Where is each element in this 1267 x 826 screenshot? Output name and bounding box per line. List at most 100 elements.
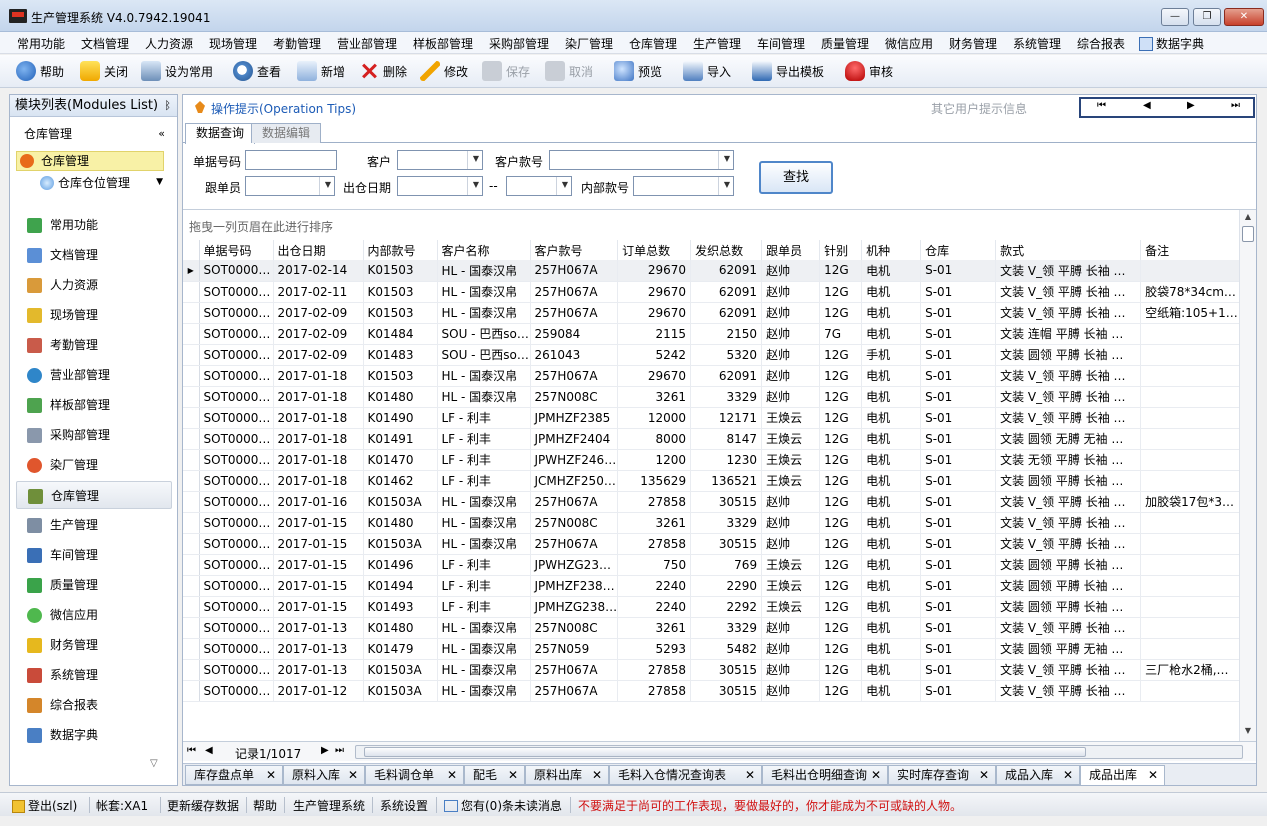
module-warehouse[interactable]: 仓库管理 [16, 481, 172, 509]
table-cell[interactable]: 赵帅 [761, 680, 821, 702]
table-cell[interactable]: K01503A [363, 680, 438, 702]
view-button[interactable]: 查看 [233, 61, 281, 83]
tree-item-warehouse-location[interactable]: 仓库仓位管理 [16, 173, 164, 193]
table-cell[interactable]: 12G [819, 407, 863, 429]
table-cell[interactable]: 文装 圆领 平膊 长袖 … [995, 470, 1142, 492]
menu-hr[interactable]: 人力资源 [145, 35, 193, 52]
table-cell[interactable]: 手机 [861, 344, 922, 366]
menu-system[interactable]: 系统管理 [1013, 35, 1061, 52]
table-cell[interactable]: 257N008C [530, 617, 619, 639]
table-row[interactable]: SOT0000… 2017-01-15 K01493 LF - 利丰 JPMHZG238… [183, 596, 1241, 618]
menu-warehouse[interactable]: 仓库管理 [629, 35, 677, 52]
table-cell[interactable]: 电机 [861, 470, 922, 492]
column-header[interactable]: 客户名称 [437, 240, 531, 260]
table-cell[interactable]: LF - 利丰 [437, 470, 531, 492]
module-hr[interactable]: 人力资源 [16, 271, 172, 299]
table-cell[interactable]: 2017-01-12 [273, 680, 364, 702]
table-cell[interactable]: LF - 利丰 [437, 575, 531, 597]
table-cell[interactable]: 电机 [861, 533, 922, 555]
table-cell[interactable]: 赵帅 [761, 344, 821, 366]
column-header[interactable]: 备注 [1140, 240, 1241, 260]
table-cell[interactable]: 电机 [861, 596, 922, 618]
table-cell[interactable]: 赵帅 [761, 659, 821, 681]
table-cell[interactable] [1140, 512, 1241, 534]
table-cell[interactable]: LF - 利丰 [437, 449, 531, 471]
table-cell[interactable]: 12G [819, 638, 863, 660]
favorite-button[interactable]: 设为常用 [141, 61, 213, 83]
table-cell[interactable]: 12G [819, 596, 863, 618]
table-cell[interactable]: S-01 [920, 365, 997, 387]
collapse-icon[interactable]: « [158, 123, 165, 145]
table-cell[interactable]: JCMHZF250… [530, 470, 619, 492]
table-cell[interactable]: 电机 [861, 575, 922, 597]
table-cell[interactable]: JPWHZF246… [530, 449, 619, 471]
table-cell[interactable]: S-01 [920, 575, 997, 597]
menu-quality[interactable]: 质量管理 [821, 35, 869, 52]
table-cell[interactable]: S-01 [920, 449, 997, 471]
table-cell[interactable]: 257N008C [530, 512, 619, 534]
table-cell[interactable]: 2240 [617, 575, 692, 597]
table-cell[interactable]: K01479 [363, 638, 438, 660]
inner-style-select[interactable] [633, 176, 734, 196]
table-cell[interactable]: LF - 利丰 [437, 407, 531, 429]
export-template-button[interactable]: 导出模板 [752, 61, 824, 83]
table-cell[interactable]: 30515 [690, 533, 763, 555]
table-cell[interactable]: 12G [819, 302, 863, 324]
column-header[interactable]: 出仓日期 [273, 240, 364, 260]
table-cell[interactable]: S-01 [920, 512, 997, 534]
table-cell[interactable]: 文装 连帽 平膊 长袖 … [995, 323, 1142, 345]
table-cell[interactable]: 12G [819, 554, 863, 576]
doc-tab-wool-match[interactable]: 配毛 ✕ [464, 765, 525, 785]
table-cell[interactable] [1140, 323, 1241, 345]
module-system[interactable]: 系统管理 [16, 661, 172, 689]
menu-sales[interactable]: 营业部管理 [337, 35, 397, 52]
table-cell[interactable]: JPWHZG23… [530, 554, 619, 576]
maximize-button[interactable]: ❐ [1193, 8, 1221, 26]
table-cell[interactable]: 1200 [617, 449, 692, 471]
table-cell[interactable]: 文装 V_领 平膊 长袖 … [995, 407, 1142, 429]
table-cell[interactable]: 文装 V_领 平膊 长袖 … [995, 491, 1142, 513]
table-cell[interactable]: SOT0000… [199, 638, 274, 660]
module-production[interactable]: 生产管理 [16, 511, 172, 539]
table-cell[interactable]: 257H067A [530, 281, 619, 303]
table-cell[interactable]: SOT0000… [199, 323, 274, 345]
column-header[interactable]: 客户款号 [530, 240, 619, 260]
table-cell[interactable]: HL - 国泰汉帛 [437, 386, 531, 408]
column-header[interactable]: 款式 [995, 240, 1142, 260]
minimize-button[interactable]: — [1161, 8, 1189, 26]
module-dictionary[interactable]: 数据字典 [16, 721, 172, 749]
table-cell[interactable]: 电机 [861, 638, 922, 660]
close-tab-icon[interactable]: ✕ [745, 766, 755, 785]
table-cell[interactable]: 261043 [530, 344, 619, 366]
table-cell[interactable]: 5320 [690, 344, 763, 366]
tab-data-query[interactable]: 数据查询 [185, 123, 256, 144]
table-cell[interactable]: 电机 [861, 386, 922, 408]
table-cell[interactable]: 8147 [690, 428, 763, 450]
table-cell[interactable] [1140, 575, 1241, 597]
table-cell[interactable]: 电机 [861, 365, 922, 387]
table-cell[interactable]: SOT0000… [199, 659, 274, 681]
table-cell[interactable]: 257H067A [530, 491, 619, 513]
table-cell[interactable]: 王焕云 [761, 470, 821, 492]
pager-prev-button[interactable]: ◀ [205, 745, 213, 756]
table-cell[interactable]: 文装 V_领 平膊 长袖 … [995, 533, 1142, 555]
table-row[interactable]: SOT0000… 2017-01-18 K01490 LF - 利丰 JPMHZF238… [183, 407, 1241, 429]
table-cell[interactable]: 12G [819, 449, 863, 471]
table-cell[interactable]: 2017-01-16 [273, 491, 364, 513]
table-cell[interactable]: 王焕云 [761, 428, 821, 450]
vertical-scrollbar[interactable]: ▲ ▼ [1239, 210, 1256, 742]
table-cell[interactable]: 2017-02-14 [273, 260, 364, 282]
table-cell[interactable]: 电机 [861, 491, 922, 513]
table-cell[interactable]: JPMHZF2404 [530, 428, 619, 450]
unread-messages[interactable]: 您有(0)条未读消息 [444, 797, 562, 814]
table-cell[interactable]: 62091 [690, 281, 763, 303]
table-cell[interactable]: 30515 [690, 659, 763, 681]
table-cell[interactable]: 王焕云 [761, 596, 821, 618]
table-cell[interactable]: HL - 国泰汉帛 [437, 680, 531, 702]
table-cell[interactable]: HL - 国泰汉帛 [437, 659, 531, 681]
table-cell[interactable]: 257H067A [530, 302, 619, 324]
preview-button[interactable]: 预览 [614, 61, 662, 83]
table-row[interactable]: SOT0000… 2017-01-18 K01503 HL - 国泰汉帛 257H067… [183, 365, 1241, 387]
close-tab-icon[interactable]: ✕ [1148, 766, 1158, 785]
module-wechat[interactable]: 微信应用 [16, 601, 172, 629]
